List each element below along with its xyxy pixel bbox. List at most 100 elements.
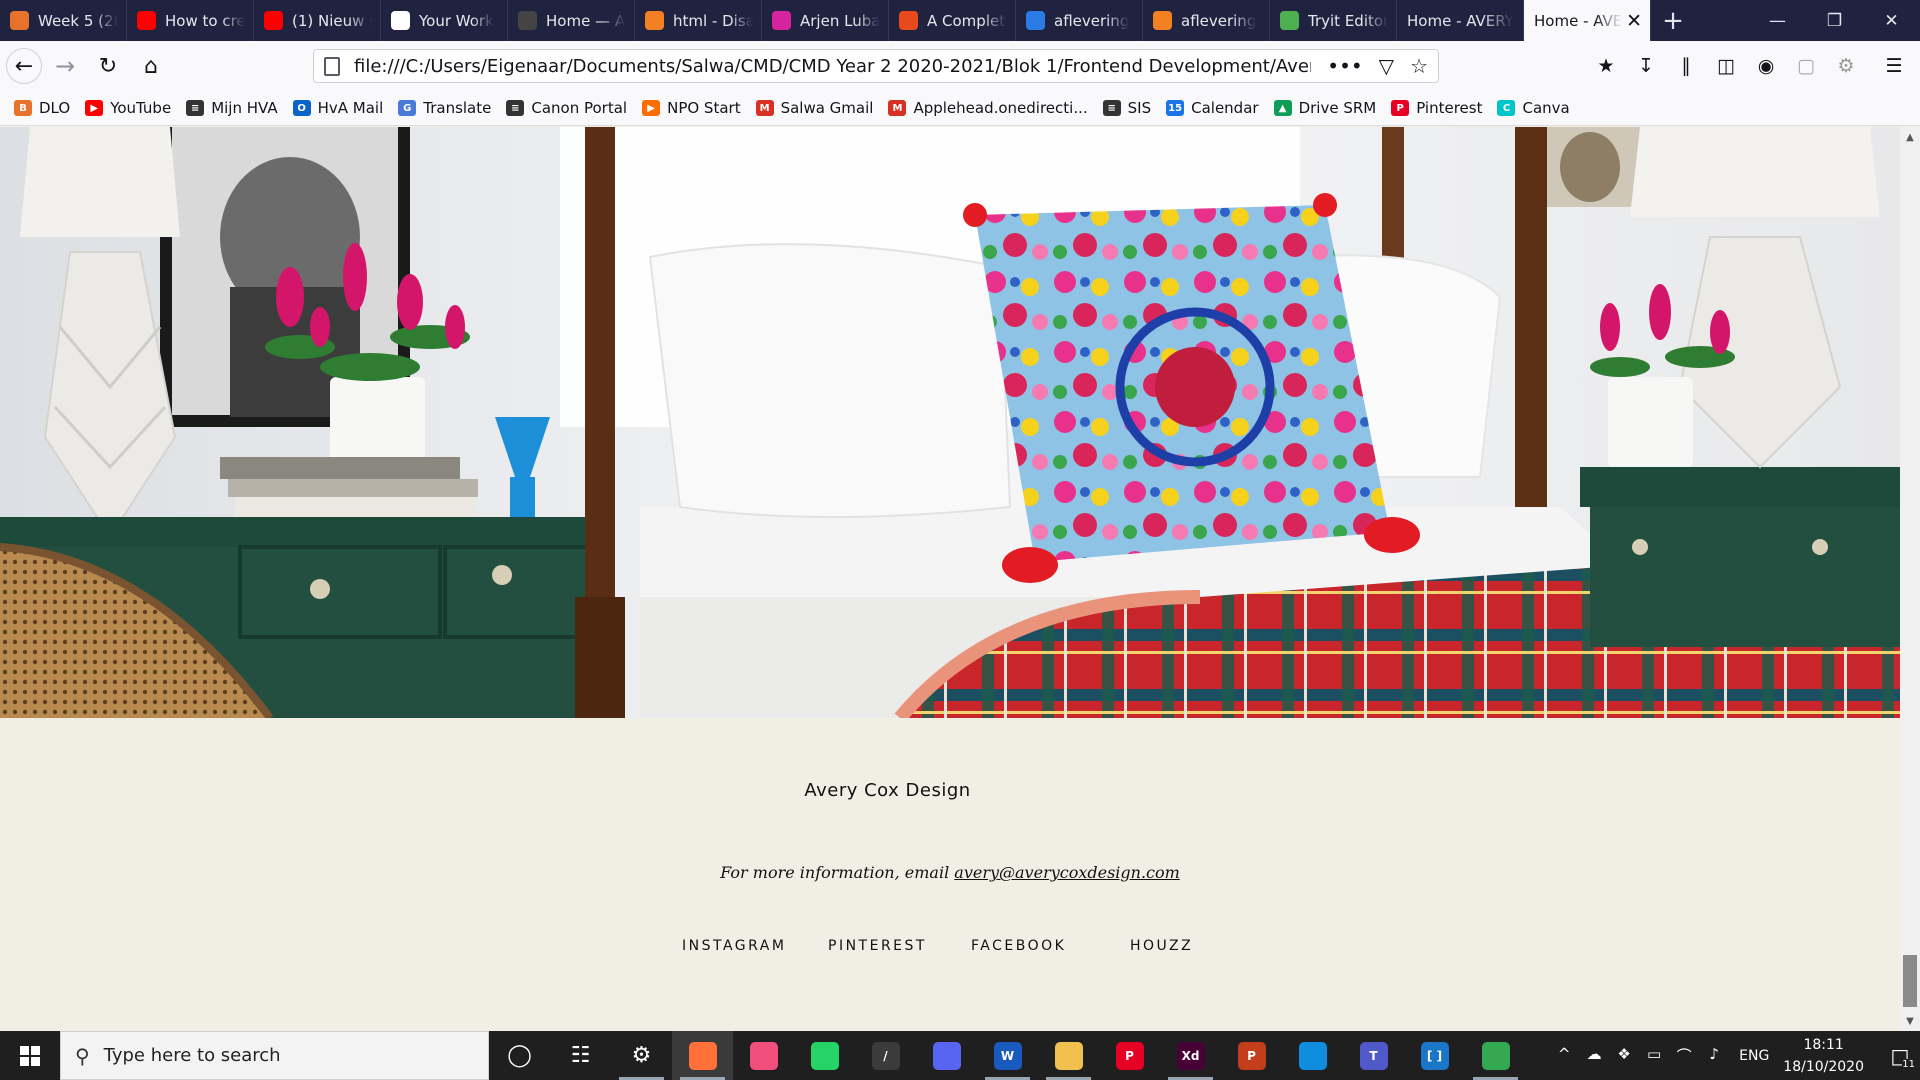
whatsapp-icon <box>810 1041 839 1070</box>
bookmark-item[interactable]: P Pinterest <box>1391 99 1482 117</box>
browser-tab[interactable]: How to cre <box>127 0 254 41</box>
taskbar-search[interactable]: ⚲ Type here to search <box>60 1031 489 1080</box>
browser-tab[interactable]: Home - AVE ✕ <box>1524 0 1651 41</box>
scroll-up-arrow-icon[interactable]: ▲ <box>1900 127 1920 147</box>
taskbar-adobe-xd-button[interactable]: Xd <box>1160 1031 1221 1080</box>
browser-tab[interactable]: A Complete <box>889 0 1016 41</box>
browser-tab[interactable]: aflevering <box>1143 0 1270 41</box>
taskbar-brackets-button[interactable]: [ ] <box>1404 1031 1465 1080</box>
menu-icon[interactable]: ☰ <box>1874 49 1914 83</box>
bookmark-item[interactable]: ≡ SIS <box>1102 99 1151 117</box>
sidebar-icon[interactable]: ◫ <box>1706 49 1746 83</box>
browser-tab[interactable]: Tryit Editor <box>1270 0 1397 41</box>
browser-tab[interactable]: Home - AVERY <box>1397 0 1524 41</box>
close-tab-icon[interactable]: ✕ <box>1626 10 1642 32</box>
tray-icon[interactable]: ❖ <box>1609 1045 1639 1066</box>
discord-icon <box>932 1041 961 1070</box>
url-text[interactable]: file:///C:/Users/Eigenaar/Documents/Salw… <box>354 56 1311 77</box>
taskbar-notes-button[interactable]: / <box>855 1031 916 1080</box>
home-button[interactable]: ⌂ <box>131 46 171 86</box>
youtube-icon <box>137 11 156 30</box>
browser-tab[interactable]: html - Disa <box>635 0 762 41</box>
tab-label: aflevering <box>1054 11 1130 30</box>
extension-icon[interactable]: ▢ <box>1786 49 1826 83</box>
extension-gear-icon[interactable]: ⚙ <box>1826 49 1866 83</box>
tray-icon[interactable]: ☁ <box>1579 1045 1609 1066</box>
page-scrollbar[interactable]: ▲ ▼ <box>1900 127 1920 1031</box>
email-link[interactable]: avery@averycoxdesign.com <box>954 863 1180 882</box>
close-window-button[interactable]: ✕ <box>1863 0 1920 41</box>
bookmark-star-icon[interactable]: ☆ <box>1410 54 1428 78</box>
browser-tab[interactable]: Your Work <box>381 0 508 41</box>
bookmark-item[interactable]: ▶ NPO Start <box>642 99 741 117</box>
bookmark-favicon-icon: ≡ <box>186 100 205 116</box>
taskbar-discord-button[interactable] <box>916 1031 977 1080</box>
language-indicator[interactable]: ENG <box>1739 1048 1769 1064</box>
clock[interactable]: 18:11 18/10/2020 <box>1783 1034 1864 1078</box>
scroll-down-arrow-icon[interactable]: ▼ <box>1900 1011 1920 1031</box>
taskbar-whatsapp-button[interactable] <box>794 1031 855 1080</box>
library-icon[interactable]: ∥ <box>1666 49 1706 83</box>
bookmark-item[interactable]: M Salwa Gmail <box>755 99 873 117</box>
action-center-button[interactable]: □ 11 <box>1880 1031 1920 1080</box>
taskbar-pinterest-button[interactable]: P <box>1099 1031 1160 1080</box>
bookmark-item[interactable]: G Translate <box>398 99 491 117</box>
taskbar-settings-button[interactable]: ⚙ <box>611 1031 672 1080</box>
browser-tab[interactable]: Week 5 (28 <box>0 0 127 41</box>
file-explorer-icon <box>1054 1041 1083 1070</box>
reload-button[interactable]: ↻ <box>88 46 128 86</box>
houzz-link[interactable]: HOUZZ <box>1130 938 1193 954</box>
hero-image <box>0 127 1900 718</box>
taskbar-edge-button[interactable] <box>1282 1031 1343 1080</box>
teams-icon: T <box>1359 1041 1388 1070</box>
browser-tab[interactable]: (1) Nieuw s <box>254 0 381 41</box>
new-tab-button[interactable]: + <box>1651 0 1695 41</box>
page-actions-icon[interactable]: ••• <box>1327 54 1362 78</box>
taskbar-teams-button[interactable]: T <box>1343 1031 1404 1080</box>
clock-time: 18:11 <box>1803 1036 1844 1053</box>
tray-icon[interactable]: ♪ <box>1699 1045 1729 1066</box>
bookmark-item[interactable]: 15 Calendar <box>1166 99 1259 117</box>
restore-button[interactable]: ❐ <box>1806 0 1863 41</box>
bookmark-favicon-icon: P <box>1391 100 1410 116</box>
instagram-link[interactable]: INSTAGRAM <box>682 938 786 954</box>
tab-label: html - Disa <box>673 11 753 30</box>
downloads-icon[interactable]: ↧ <box>1626 49 1666 83</box>
scroll-thumb[interactable] <box>1903 955 1917 1007</box>
browser-tab[interactable]: aflevering <box>1016 0 1143 41</box>
back-button[interactable]: ← <box>6 48 42 84</box>
pocket-icon[interactable]: ▽ <box>1379 54 1394 78</box>
taskbar-file-explorer-button[interactable] <box>1038 1031 1099 1080</box>
bookmark-item[interactable]: ▲ Drive SRM <box>1273 99 1376 117</box>
bookmark-item[interactable]: ▶ YouTube <box>85 99 171 117</box>
taskbar-chrome-button[interactable] <box>1465 1031 1526 1080</box>
bookmark-label: NPO Start <box>667 99 741 117</box>
bookmark-item[interactable]: O HvA Mail <box>292 99 383 117</box>
browser-tab[interactable]: Home — A <box>508 0 635 41</box>
taskbar-word-button[interactable]: W <box>977 1031 1038 1080</box>
forward-button[interactable]: → <box>45 46 85 86</box>
start-button[interactable] <box>0 1031 60 1080</box>
facebook-link[interactable]: FACEBOOK <box>971 938 1066 954</box>
account-icon[interactable]: ◉ <box>1746 49 1786 83</box>
minimize-button[interactable]: — <box>1749 0 1806 41</box>
bookmark-favicon-icon: B <box>14 100 32 116</box>
taskbar-task-view-button[interactable]: ☷ <box>550 1031 611 1080</box>
bookmarks-menu-icon[interactable]: ★ <box>1586 49 1626 83</box>
bookmark-item[interactable]: ≡ Canon Portal <box>506 99 627 117</box>
bookmark-item[interactable]: M Applehead.onedirecti... <box>888 99 1088 117</box>
taskbar-creative-cloud-button[interactable] <box>733 1031 794 1080</box>
taskbar-cortana-button[interactable]: ◯ <box>489 1031 550 1080</box>
browser-tab[interactable]: Arjen Luba <box>762 0 889 41</box>
bookmark-item[interactable]: ≡ Mijn HVA <box>186 99 278 117</box>
bookmark-item[interactable]: C Canva <box>1497 99 1570 117</box>
clock-date: 18/10/2020 <box>1783 1058 1864 1075</box>
tray-icon[interactable]: ⌒ <box>1669 1045 1699 1066</box>
taskbar-powerpoint-button[interactable]: P <box>1221 1031 1282 1080</box>
bookmark-item[interactable]: B DLO <box>14 99 70 117</box>
tray-icon[interactable]: ▭ <box>1639 1045 1669 1066</box>
address-bar[interactable]: file:///C:/Users/Eigenaar/Documents/Salw… <box>313 49 1439 83</box>
tray-icon[interactable]: ^ <box>1549 1045 1579 1066</box>
taskbar-firefox-button[interactable] <box>672 1031 733 1080</box>
pinterest-link[interactable]: PINTEREST <box>828 938 927 954</box>
